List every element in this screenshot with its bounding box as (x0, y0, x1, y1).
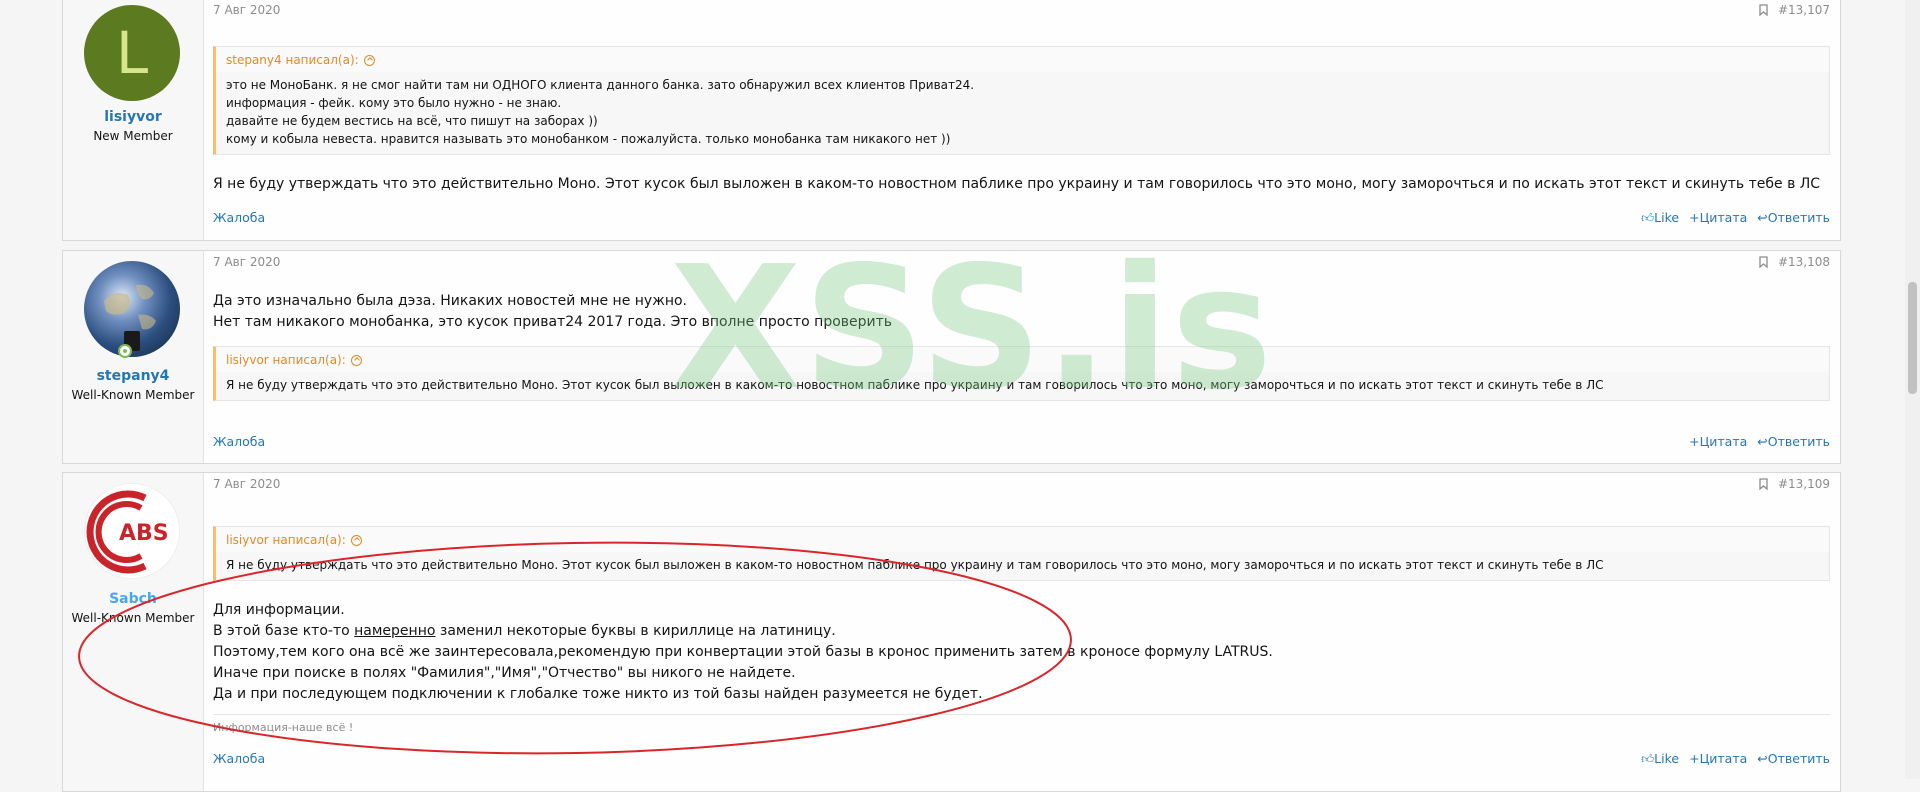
post-number[interactable]: #13,109 (1778, 477, 1830, 491)
post-message: Да это изначально была дэза. Никаких нов… (213, 291, 1830, 333)
quote-content: Я не буду утверждать что это действитель… (216, 372, 1829, 400)
username[interactable]: Sabch (63, 591, 203, 607)
quote-author-label: lisiyvor написал(а): (226, 533, 346, 547)
post-13109: ABS Sabch Well-Known Member 7 Авг 2020 #… (62, 472, 1841, 792)
post-meta: #13,108 (1759, 255, 1830, 269)
message-line: Поэтому,тем кого она всё же заинтересова… (213, 644, 1273, 660)
quote-content: Я не буду утверждать что это действитель… (216, 552, 1829, 580)
post-user-panel: L lisiyvor New Member (63, 0, 204, 240)
quote-button[interactable]: +Цитата (1689, 434, 1747, 449)
thumbs-up-icon: 👍︎ (1641, 751, 1655, 766)
scrollbar-thumb[interactable] (1908, 282, 1917, 394)
quote-content: это не МоноБанк. я не смог найти там ни … (216, 72, 1829, 154)
post-date[interactable]: 7 Авг 2020 (213, 3, 280, 17)
post-13108: stepany4 Well-Known Member 7 Авг 2020 #1… (62, 250, 1841, 464)
message-line: Иначе при поиске в полях "Фамилия","Имя"… (213, 665, 796, 681)
quote-block: lisiyvor написал(а): Я не буду утверждат… (213, 346, 1830, 401)
user-title: Well-Known Member (71, 611, 195, 625)
post-body: 7 Авг 2020 #13,107 stepany4 написал(а): … (213, 0, 1830, 240)
online-status-icon (118, 344, 132, 358)
quote-block: stepany4 написал(а): это не МоноБанк. я … (213, 46, 1830, 155)
message-line: Я не буду утверждать что это действитель… (213, 176, 1821, 192)
user-title: Well-Known Member (71, 388, 195, 402)
post-meta: #13,109 (1759, 477, 1830, 491)
quote-author[interactable]: stepany4 написал(а): (216, 47, 1829, 72)
report-link[interactable]: Жалоба (213, 434, 265, 449)
quote-line: Я не буду утверждать что это действитель… (226, 378, 1604, 392)
reply-icon: ↩ (1757, 210, 1768, 225)
scrollbar-track[interactable] (1905, 0, 1920, 779)
quote-author[interactable]: lisiyvor написал(а): (216, 527, 1829, 552)
bookmark-icon[interactable] (1759, 478, 1768, 490)
quote-author-label: stepany4 написал(а): (226, 53, 359, 67)
reply-icon: ↩ (1757, 751, 1768, 766)
post-message: Для информации. В этой базе кто-то намер… (213, 600, 1830, 705)
quote-line: давайте не будем вестись на всё, что пиш… (226, 114, 598, 128)
post-body: 7 Авг 2020 #13,109 lisiyvor написал(а): … (213, 473, 1830, 791)
bookmark-icon[interactable] (1759, 4, 1768, 16)
post-13107: L lisiyvor New Member 7 Авг 2020 #13,107… (62, 0, 1841, 241)
reply-icon: ↩ (1757, 434, 1768, 449)
globe-icon (104, 284, 156, 351)
message-line: В этой базе кто-то намеренно заменил нек… (213, 623, 836, 639)
avatar[interactable]: L (84, 5, 180, 101)
arrow-up-circle-icon[interactable] (350, 534, 362, 546)
quote-author-label: lisiyvor написал(а): (226, 353, 346, 367)
post-number[interactable]: #13,107 (1778, 3, 1830, 17)
username[interactable]: lisiyvor (63, 109, 203, 125)
username[interactable]: stepany4 (63, 368, 203, 384)
post-user-panel: ABS Sabch Well-Known Member (63, 473, 204, 791)
arrow-up-circle-icon[interactable] (363, 54, 375, 66)
quote-button[interactable]: +Цитата (1689, 210, 1747, 226)
report-link[interactable]: Жалоба (213, 210, 265, 225)
report-link[interactable]: Жалоба (213, 751, 265, 766)
message-line: Да это изначально была дэза. Никаких нов… (213, 293, 687, 309)
message-line: Для информации. (213, 602, 345, 618)
reply-button[interactable]: ↩Ответить (1757, 434, 1830, 449)
quote-author[interactable]: lisiyvor написал(а): (216, 347, 1829, 372)
underlined-word: намеренно (354, 623, 436, 639)
like-button[interactable]: 👍︎Like (1641, 210, 1679, 226)
bookmark-icon[interactable] (1759, 256, 1768, 268)
reply-button[interactable]: ↩Ответить (1757, 751, 1830, 767)
avatar[interactable] (84, 261, 180, 357)
quote-block: lisiyvor написал(а): Я не буду утверждат… (213, 526, 1830, 581)
quote-line: это не МоноБанк. я не смог найти там ни … (226, 78, 975, 92)
post-body: 7 Авг 2020 #13,108 Да это изначально был… (213, 251, 1830, 463)
signature: Информация-наше всё ! (213, 714, 1830, 734)
arrow-up-circle-icon[interactable] (350, 354, 362, 366)
message-line: Да и при последующем подключении к глоба… (213, 686, 983, 702)
like-button[interactable]: 👍︎Like (1641, 751, 1679, 767)
post-number[interactable]: #13,108 (1778, 255, 1830, 269)
quote-line: кому и кобыла невеста. нравится называть… (226, 132, 951, 146)
post-user-panel: stepany4 Well-Known Member (63, 251, 204, 463)
message-line: Нет там никакого монобанка, это кусок пр… (213, 314, 893, 330)
quote-button[interactable]: +Цитата (1689, 751, 1747, 767)
reply-button[interactable]: ↩Ответить (1757, 210, 1830, 226)
abs-logo-icon: ABS (86, 490, 169, 574)
post-message: Я не буду утверждать что это действитель… (213, 174, 1830, 195)
quote-line: Я не буду утверждать что это действитель… (226, 558, 1604, 572)
user-title: New Member (93, 129, 173, 143)
post-date[interactable]: 7 Авг 2020 (213, 255, 280, 269)
thumbs-up-icon: 👍︎ (1641, 210, 1655, 225)
post-date[interactable]: 7 Авг 2020 (213, 477, 280, 491)
svg-text:ABS: ABS (119, 521, 169, 546)
avatar[interactable]: ABS (84, 483, 180, 579)
post-meta: #13,107 (1759, 3, 1830, 17)
quote-line: информация - фейк. кому это было нужно -… (226, 96, 562, 110)
